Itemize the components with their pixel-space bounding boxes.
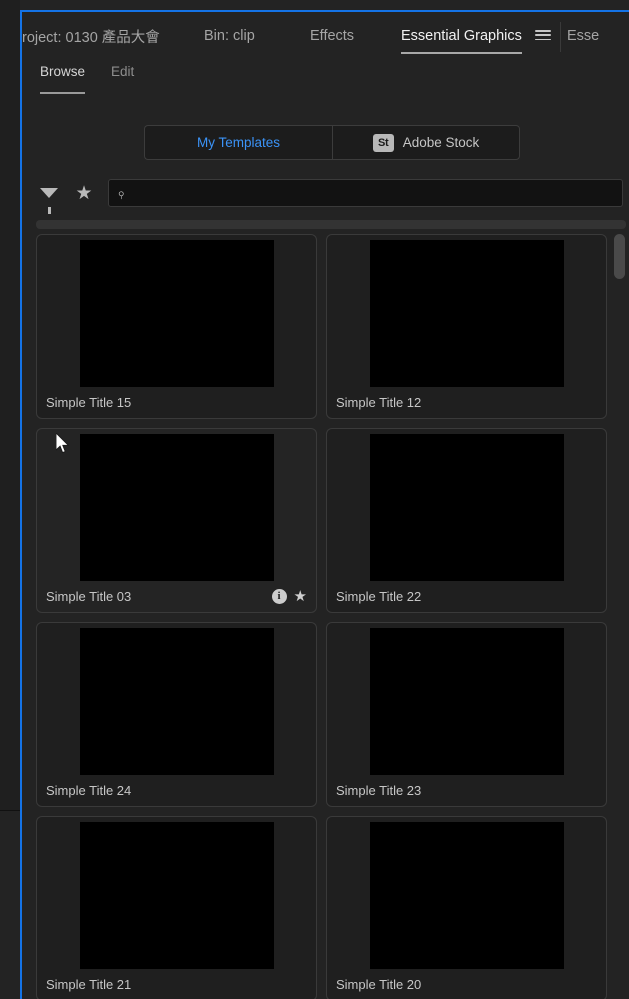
my-templates-label: My Templates [196,135,281,150]
template-card[interactable]: Simple Title 22 [326,428,607,613]
essential-graphics-panel-window: roject: 0130 產品大會 Bin: clip Effects Esse… [0,0,629,999]
search-input[interactable] [109,180,622,206]
tab-essential-graphics-secondary-label: Esse [567,28,600,44]
template-card-label: Simple Title 22 [336,588,422,604]
template-card[interactable]: Simple Title 15 [36,234,317,419]
template-card-footer: Simple Title 03 i ★ [37,580,316,612]
template-card-label: Simple Title 24 [46,782,132,798]
template-card-footer: Simple Title 21 [37,968,316,999]
template-thumbnail [79,822,274,969]
template-thumbnail [369,240,564,387]
tab-effects-label: Effects [310,28,355,44]
template-card-footer: Simple Title 15 [37,386,316,418]
template-card-actions: i ★ [271,588,307,604]
star-glyph: ★ [75,182,93,204]
template-card-label: Simple Title 23 [336,782,422,798]
horizontal-scrollbar[interactable] [36,220,626,229]
essential-graphics-panel: roject: 0130 產品大會 Bin: clip Effects Esse… [20,10,629,999]
template-grid-viewport: Simple Title 15 Simple Title 12 Simple Tit… [36,234,628,999]
template-card-label: Simple Title 12 [336,394,422,410]
vertical-scrollbar-track[interactable] [614,234,625,999]
template-card[interactable]: Simple Title 03 i ★ [36,428,317,613]
my-templates-button[interactable]: My Templates [144,125,332,160]
active-tab-underline [401,52,522,54]
adobe-stock-badge-icon: St [372,133,394,152]
tab-divider [560,22,561,52]
template-source-toggle: My Templates St Adobe Stock [144,125,520,160]
panel-tab-strip: roject: 0130 產品大會 Bin: clip Effects Esse… [22,12,629,60]
tab-essential-graphics-label: Essential Graphics [401,28,522,44]
tab-project[interactable]: roject: 0130 產品大會 [22,12,160,60]
favorites-star-icon[interactable]: ★ [73,182,95,204]
vertical-scrollbar-thumb[interactable] [614,234,625,279]
funnel-filter-icon[interactable] [38,182,60,214]
tab-project-label: roject: 0130 產品大會 [22,29,160,46]
template-thumbnail [79,628,274,775]
template-card[interactable]: Simple Title 20 [326,816,607,999]
template-card-label: Simple Title 21 [46,976,132,992]
tab-bin-clip[interactable]: Bin: clip [204,12,255,60]
template-grid: Simple Title 15 Simple Title 12 Simple Tit… [36,234,628,999]
template-thumbnail [79,240,274,387]
template-card[interactable]: Simple Title 12 [326,234,607,419]
template-card[interactable]: Simple Title 24 [36,622,317,807]
adobe-stock-label: Adobe Stock [402,135,480,150]
template-card-footer: Simple Title 24 [37,774,316,806]
browse-edit-subtabs: Browse Edit [40,64,134,94]
template-card-footer: Simple Title 20 [327,968,606,999]
filter-bar: ★ ⌕ [38,177,623,214]
favorite-star-icon[interactable]: ★ [294,589,307,604]
left-gutter-lower [0,810,20,999]
hamburger-menu-icon[interactable] [535,27,551,43]
subtab-browse-underline [40,92,86,94]
tab-effects[interactable]: Effects [310,12,354,60]
template-card-footer: Simple Title 23 [327,774,606,806]
template-card[interactable]: Simple Title 23 [326,622,607,807]
adobe-stock-button[interactable]: St Adobe Stock [332,125,520,160]
template-card[interactable]: Simple Title 21 [36,816,317,999]
template-thumbnail [369,434,564,581]
template-card-label: Simple Title 20 [336,976,422,992]
template-thumbnail [369,822,564,969]
info-icon[interactable]: i [271,588,287,604]
tab-bin-clip-label: Bin: clip [204,28,255,44]
tab-essential-graphics-secondary[interactable]: Esse [567,12,599,60]
subtab-edit[interactable]: Edit [111,64,134,94]
subtab-browse-label: Browse [40,64,86,79]
subtab-edit-label: Edit [111,64,135,79]
template-card-footer: Simple Title 12 [327,386,606,418]
tab-essential-graphics[interactable]: Essential Graphics [401,12,522,60]
template-thumbnail [79,434,274,581]
template-card-label: Simple Title 03 [46,588,132,604]
template-card-footer: Simple Title 22 [327,580,606,612]
template-card-label: Simple Title 15 [46,394,132,410]
subtab-browse[interactable]: Browse [40,64,86,94]
search-field[interactable]: ⌕ [108,179,623,207]
template-thumbnail [369,628,564,775]
